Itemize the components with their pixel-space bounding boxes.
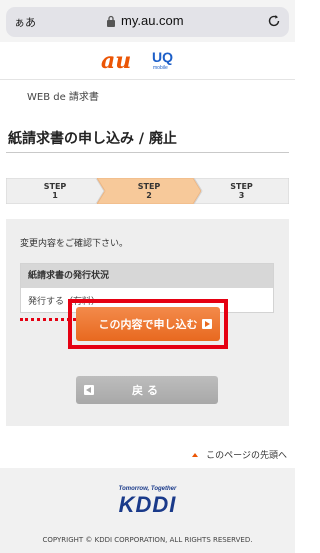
uq-logo-sub: mobile	[153, 65, 168, 71]
step-2-label: STEP	[137, 182, 161, 191]
url-text: my.au.com	[121, 13, 184, 28]
step-3: STEP 3	[194, 178, 289, 204]
uq-logo-mark: UQ	[152, 49, 173, 65]
step-3-label: STEP	[230, 182, 253, 191]
step-1-number: 1	[52, 191, 58, 200]
page-top-link[interactable]: このページの先頭へ	[192, 448, 287, 461]
page-top-link-label: このページの先頭へ	[206, 451, 287, 461]
step-2-number: 2	[146, 191, 152, 200]
brand-logos: au UQ mobile	[0, 42, 295, 78]
step-1-label: STEP	[43, 182, 67, 191]
kddi-logo[interactable]: KDDI	[0, 492, 295, 518]
step-2: STEP 2	[97, 178, 201, 204]
apply-button[interactable]: この内容で申し込む	[76, 307, 220, 341]
uq-mobile-logo[interactable]: UQ mobile	[152, 49, 173, 74]
issue-status-heading: 紙請求書の発行状況	[21, 264, 273, 288]
step-1: STEP 1	[6, 178, 104, 204]
triangle-up-icon	[192, 452, 199, 457]
breadcrumb: WEB de 請求書	[27, 92, 99, 103]
footer: Tomorrow, Together KDDI COPYRIGHT © KDDI…	[0, 468, 295, 553]
browser-bar: ぁあ my.au.com	[0, 0, 295, 42]
header-divider	[0, 79, 295, 80]
page-title: 紙請求書の申し込み / 廃止	[8, 131, 177, 147]
confirm-message: 変更内容をご確認下さい。	[20, 239, 129, 249]
title-divider	[6, 152, 289, 153]
back-button[interactable]: 戻る	[76, 376, 218, 404]
text-size-button[interactable]: ぁあ	[14, 14, 36, 30]
copyright: COPYRIGHT © KDDI CORPORATION, ALL RIGHTS…	[42, 536, 253, 544]
arrow-left-icon	[84, 385, 94, 395]
arrow-right-icon	[202, 319, 212, 329]
lock-icon	[107, 15, 115, 27]
address-bar[interactable]: ぁあ my.au.com	[6, 7, 289, 37]
back-button-label: 戻る	[132, 384, 162, 397]
step-indicator: STEP 1 STEP 2 STEP 3	[6, 178, 289, 204]
apply-button-label: この内容で申し込む	[98, 318, 198, 331]
reload-icon[interactable]	[267, 14, 281, 28]
au-logo[interactable]: au	[101, 50, 131, 72]
step-3-number: 3	[238, 191, 245, 200]
